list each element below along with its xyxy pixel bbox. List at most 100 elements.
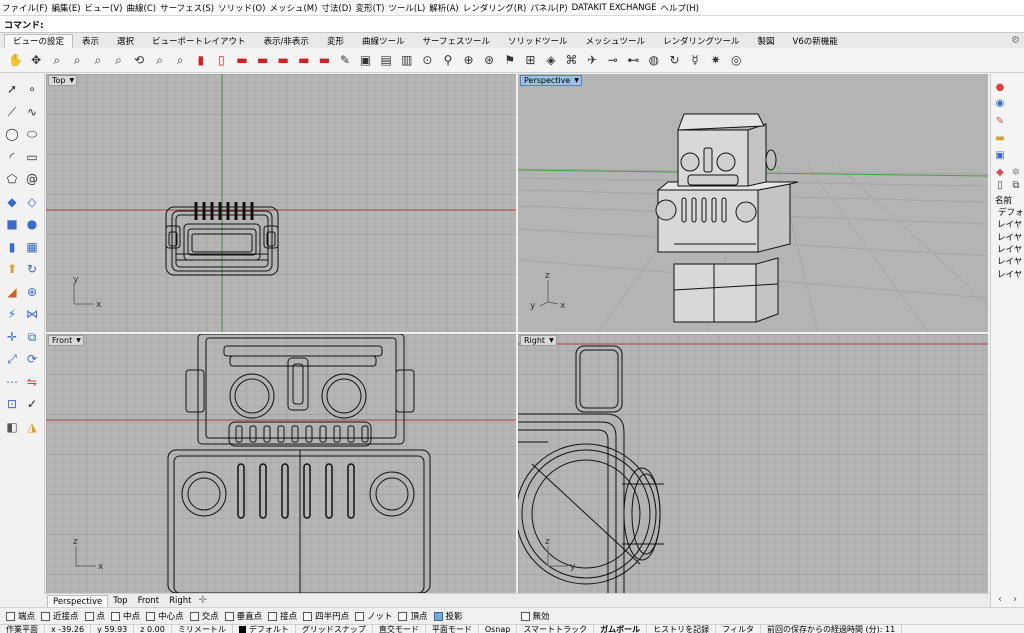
menu-item-11[interactable]: レンダリング(R) bbox=[463, 2, 527, 14]
menu-item-8[interactable]: 変形(T) bbox=[356, 2, 385, 14]
boolean-icon[interactable]: ⊕ bbox=[23, 283, 41, 301]
zoom-target-icon[interactable]: ⌕ bbox=[150, 51, 169, 70]
save-view-2-icon[interactable]: ▥ bbox=[397, 51, 416, 70]
status-history[interactable]: ヒストリを記録 bbox=[647, 625, 717, 633]
car-redo-icon[interactable]: ▬ bbox=[315, 51, 334, 70]
match-view-icon[interactable]: ⚲ bbox=[438, 51, 457, 70]
car-icon[interactable]: ▬ bbox=[253, 51, 272, 70]
surface-icon[interactable]: ◆ bbox=[3, 193, 21, 211]
viewport-tab-perspective[interactable]: Perspective bbox=[47, 594, 109, 607]
tab-12[interactable]: V6の新機能 bbox=[784, 34, 847, 48]
layer-item[interactable]: レイヤ bbox=[997, 231, 1022, 243]
arc-icon[interactable]: ◜ bbox=[3, 148, 21, 166]
patch-icon[interactable]: ◇ bbox=[23, 193, 41, 211]
save-view-icon[interactable]: ▤ bbox=[377, 51, 396, 70]
viewport-tab-top[interactable]: Top bbox=[108, 595, 132, 607]
osnap-checkbox[interactable] bbox=[355, 611, 365, 621]
status-planar[interactable]: 平面モード bbox=[426, 625, 479, 633]
ufo-icon[interactable]: ⊸ bbox=[603, 51, 622, 70]
status-ortho[interactable]: 直交モード bbox=[373, 625, 426, 633]
copy-icon[interactable]: ⧉ bbox=[23, 328, 41, 346]
car-icon[interactable]: ▬ bbox=[274, 51, 293, 70]
status-osnap[interactable]: Osnap bbox=[479, 625, 518, 633]
named-view-icon[interactable]: ✎ bbox=[336, 51, 355, 70]
scale-icon[interactable]: ⤢ bbox=[3, 350, 21, 368]
zoom-selected-icon[interactable]: ⌕ bbox=[109, 51, 128, 70]
ellipse-icon[interactable]: ⬭ bbox=[23, 125, 41, 143]
lock-icon[interactable]: ⊙ bbox=[418, 51, 437, 70]
settings-icon[interactable]: ✲ bbox=[1009, 165, 1023, 179]
viewport-perspective[interactable]: Perspective ▼ z y x bbox=[518, 74, 988, 332]
plane-icon[interactable]: ✈ bbox=[583, 51, 602, 70]
rectangle-icon[interactable]: ▭ bbox=[23, 148, 41, 166]
fillet-icon[interactable]: ◢ bbox=[3, 283, 21, 301]
pan-icon[interactable]: ✋ bbox=[6, 51, 25, 70]
osnap-1[interactable]: 近接点 bbox=[41, 610, 79, 622]
zoom-extents-icon[interactable]: ⌕ bbox=[88, 51, 107, 70]
osnap-checkbox[interactable] bbox=[398, 611, 408, 621]
osnap-checkbox[interactable] bbox=[111, 611, 121, 621]
osnap-checkbox[interactable] bbox=[6, 611, 15, 621]
starburst-icon[interactable]: ✷ bbox=[706, 51, 725, 70]
layer-item[interactable]: レイヤ bbox=[997, 268, 1022, 280]
extrude-icon[interactable]: ⬆ bbox=[3, 260, 21, 278]
display-icon[interactable]: ▣ bbox=[993, 148, 1007, 162]
osnap-5[interactable]: 交点 bbox=[189, 610, 219, 622]
viewport-perspective-title[interactable]: Perspective ▼ bbox=[520, 75, 582, 86]
layer-icon[interactable]: ◧ bbox=[3, 418, 21, 436]
tab-1[interactable]: 表示 bbox=[73, 34, 108, 48]
osnap-12[interactable]: 無効 bbox=[520, 610, 550, 622]
status-filter[interactable]: フィルタ bbox=[716, 625, 761, 633]
osnap-checkbox[interactable] bbox=[268, 611, 278, 621]
material-icon[interactable]: ◉ bbox=[993, 96, 1007, 110]
mesh-icon[interactable]: ▦ bbox=[23, 238, 41, 256]
menu-item-4[interactable]: サーフェス(S) bbox=[160, 2, 214, 14]
circle-target-icon[interactable]: ◎ bbox=[727, 51, 746, 70]
osnap-checkbox[interactable] bbox=[224, 611, 234, 621]
zoom-icon[interactable]: ⌕ bbox=[47, 51, 66, 70]
group-icon[interactable]: ⊡ bbox=[3, 395, 21, 413]
car-side-icon[interactable]: ▬ bbox=[233, 51, 252, 70]
osnap-10[interactable]: 頂点 bbox=[398, 610, 428, 622]
tab-8[interactable]: ソリッドツール bbox=[499, 34, 577, 48]
cylinder-icon[interactable]: ▮ bbox=[3, 238, 21, 256]
sphere-icon[interactable]: ● bbox=[23, 215, 41, 233]
viewport-front-title[interactable]: Front ▼ bbox=[48, 335, 84, 346]
polygon-icon[interactable]: ⬠ bbox=[3, 170, 21, 188]
osnap-11[interactable]: 投影 bbox=[433, 610, 463, 622]
join-icon[interactable]: ⋈ bbox=[23, 305, 41, 323]
layer-item[interactable]: レイヤ bbox=[997, 243, 1022, 255]
array-icon[interactable]: ⋯ bbox=[3, 373, 21, 391]
zoom-1-icon[interactable]: ⌕ bbox=[171, 51, 190, 70]
osnap-3[interactable]: 中点 bbox=[111, 610, 140, 622]
tab-11[interactable]: 製図 bbox=[749, 34, 784, 48]
status-gumball[interactable]: ガムボール bbox=[594, 625, 648, 633]
osnap-checkbox[interactable] bbox=[84, 611, 94, 621]
person-icon[interactable]: ☿ bbox=[686, 51, 705, 70]
rotate-icon[interactable]: ✥ bbox=[27, 51, 46, 70]
tab-4[interactable]: 表示/非表示 bbox=[255, 34, 318, 48]
zoom-window-icon[interactable]: ⌕ bbox=[68, 51, 87, 70]
curve-icon[interactable]: ∿ bbox=[23, 103, 41, 121]
box-icon[interactable]: ■ bbox=[3, 215, 21, 233]
viewport-right[interactable]: Right ▼ z y bbox=[518, 334, 988, 593]
move-icon[interactable]: ✛ bbox=[3, 328, 21, 346]
status-plane[interactable]: 作業平面 bbox=[0, 625, 45, 633]
new-layer-icon[interactable]: ▯ bbox=[993, 178, 1007, 192]
menu-item-7[interactable]: 寸法(D) bbox=[321, 2, 351, 14]
light-icon[interactable]: ✎ bbox=[993, 114, 1007, 128]
add-viewport-icon[interactable]: ✛ bbox=[198, 595, 206, 606]
osnap-8[interactable]: 四半円点 bbox=[303, 610, 349, 622]
wallet-icon[interactable]: ▮ bbox=[191, 51, 210, 70]
menu-item-14[interactable]: ヘルプ(H) bbox=[660, 2, 699, 14]
osnap-6[interactable]: 垂直点 bbox=[224, 610, 262, 622]
menu-item-2[interactable]: ビュー(V) bbox=[85, 2, 123, 14]
layers-icon[interactable]: ◆ bbox=[993, 165, 1007, 179]
split-icon[interactable]: ⚡ bbox=[3, 305, 21, 323]
walk-icon[interactable]: ⚑ bbox=[500, 51, 519, 70]
osnap-2[interactable]: 点 bbox=[84, 610, 105, 622]
menu-item-13[interactable]: DATAKIT EXCHANGE bbox=[572, 3, 657, 13]
layer-item[interactable]: レイヤ bbox=[997, 218, 1022, 230]
status-grid-snap[interactable]: グリッドスナップ bbox=[296, 625, 373, 633]
circle-icon[interactable]: ◯ bbox=[3, 125, 21, 143]
